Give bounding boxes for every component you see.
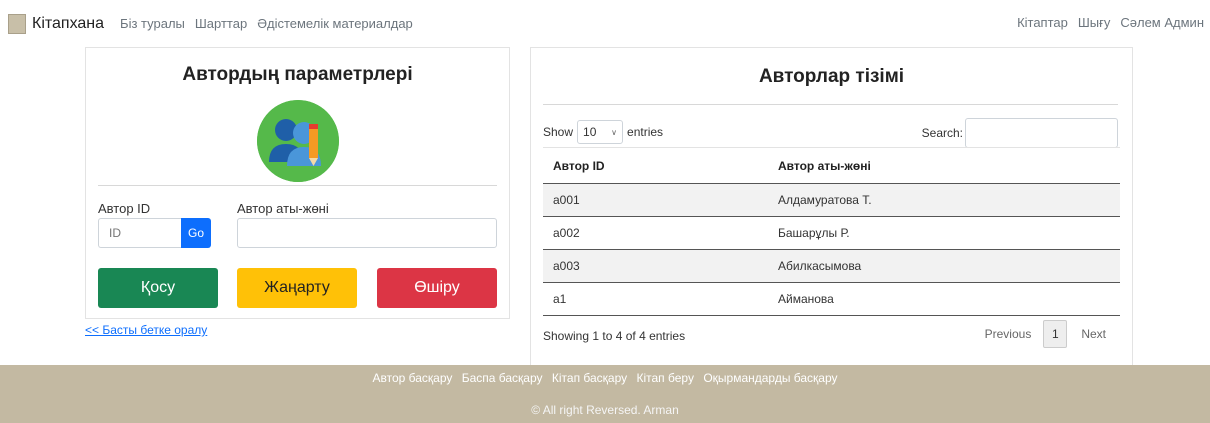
footer-link-issue[interactable]: Кітап беру (636, 371, 693, 385)
search-label: Search: (921, 126, 963, 140)
chevron-down-icon: ∨ (611, 127, 618, 137)
author-id-label: Автор ID (98, 201, 151, 216)
footer-link-book[interactable]: Кітап басқару (552, 371, 627, 385)
nav-left: Біз туралы Шарттар Әдістемелік материалд… (120, 16, 423, 31)
table-search: Search: (922, 118, 1118, 148)
book-icon (8, 13, 26, 34)
author-params-title: Автордың параметрлері (182, 64, 413, 85)
footer-link-author[interactable]: Автор басқару (372, 371, 452, 385)
footer: Автор басқару Баспа басқару Кітап басқар… (0, 365, 1210, 423)
nav-link-user[interactable]: Сәлем Админ (1120, 15, 1204, 30)
next-button[interactable]: Next (1081, 327, 1106, 341)
back-home-link[interactable]: << Басты бетке оралу (85, 323, 207, 337)
cell-author-name: Башарұлы Р. (768, 216, 1120, 250)
entries-value: 10 (583, 125, 597, 139)
update-button[interactable]: Жаңарту (237, 268, 357, 308)
cell-author-name: Айманова (768, 282, 1120, 316)
add-button[interactable]: Қосу (98, 268, 218, 308)
footer-link-readers[interactable]: Оқырмандарды басқару (703, 371, 837, 385)
delete-button[interactable]: Өшіру (377, 268, 497, 308)
author-name-label: Автор аты-жөні (237, 201, 329, 216)
pagination: Previous 1 Next (985, 320, 1118, 348)
nav-right: Кітаптар Шығу Сәлем Админ (1007, 15, 1204, 30)
cell-author-id: a001 (543, 183, 768, 217)
table-row[interactable]: a002 Башарұлы Р. (543, 216, 1120, 250)
column-header-author-id[interactable]: Автор ID (543, 147, 768, 184)
author-list-title: Авторлар тізімі (758, 66, 905, 87)
cell-author-name: Абилкасымова (768, 249, 1120, 283)
divider (98, 185, 497, 186)
table-row[interactable]: a1 Айманова (543, 282, 1120, 316)
table-header-row: Автор ID Автор аты-жөні (543, 147, 1120, 184)
nav-link-materials[interactable]: Әдістемелік материалдар (257, 16, 413, 31)
column-header-author-name[interactable]: Автор аты-жөні (768, 147, 1120, 184)
author-id-input[interactable] (98, 218, 181, 248)
go-button[interactable]: Go (181, 218, 211, 248)
author-params-card: Автордың параметрлері Автор ID Автор аты… (85, 47, 510, 319)
nav-link-logout[interactable]: Шығу (1078, 15, 1111, 30)
footer-link-publisher[interactable]: Баспа басқару (462, 371, 543, 385)
show-label: Show (543, 125, 574, 139)
brand-name: Кітапхана (32, 14, 105, 32)
cell-author-id: a003 (543, 249, 768, 283)
cell-author-id: a1 (543, 282, 768, 316)
author-list-card: Авторлар тізімі Show 10 ∨ entries Search… (530, 47, 1133, 365)
entries-select[interactable]: 10 ∨ (577, 120, 624, 144)
cell-author-id: a002 (543, 216, 768, 250)
author-edit-icon (257, 100, 339, 182)
previous-button[interactable]: Previous (985, 327, 1032, 341)
search-input[interactable] (965, 118, 1118, 148)
copyright: © All right Reversed. Arman (531, 403, 679, 417)
nav-link-about[interactable]: Біз туралы (120, 16, 185, 31)
table-row[interactable]: a001 Алдамуратова Т. (543, 183, 1120, 217)
nav-link-books[interactable]: Кітаптар (1017, 15, 1068, 30)
brand[interactable]: Кітапхана (8, 13, 105, 34)
entries-label: entries (627, 125, 664, 139)
author-name-input[interactable] (237, 218, 497, 248)
table-info: Showing 1 to 4 of 4 entries (543, 329, 686, 343)
page-button[interactable]: 1 (1043, 320, 1068, 348)
authors-table: Автор ID Автор аты-жөні a001 Алдамуратов… (543, 147, 1120, 316)
table-row[interactable]: a003 Абилкасымова (543, 249, 1120, 283)
footer-links: Автор басқару Баспа басқару Кітап басқар… (0, 371, 1210, 385)
cell-author-name: Алдамуратова Т. (768, 183, 1120, 217)
navbar: Кітапхана Біз туралы Шарттар Әдістемелік… (0, 0, 1210, 47)
divider (543, 104, 1118, 105)
entries-length: Show 10 ∨ entries (543, 120, 663, 144)
nav-link-terms[interactable]: Шарттар (195, 16, 247, 31)
